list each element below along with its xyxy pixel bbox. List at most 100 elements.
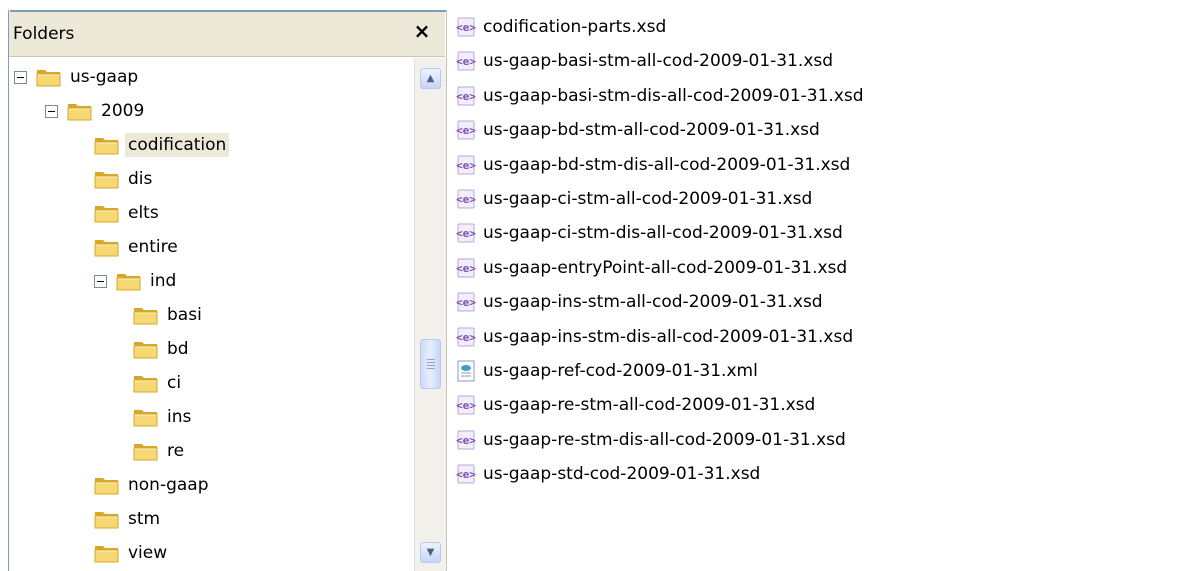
scroll-up-button[interactable]: ▲ xyxy=(420,68,441,89)
svg-text:<e>: <e> xyxy=(456,55,476,68)
tree-item-label: elts xyxy=(128,203,159,223)
file-name: us-gaap-re-stm-all-cod-2009-01-31.xsd xyxy=(483,395,816,416)
tree-item-label: basi xyxy=(167,305,202,325)
tree-item-label: bd xyxy=(167,339,189,359)
tree-item-label: ci xyxy=(167,373,182,393)
scroll-down-button[interactable]: ▼ xyxy=(420,542,441,563)
tree-item-non-gaap[interactable]: non-gaap xyxy=(94,470,212,500)
file-list-item[interactable]: <e> us-gaap-ci-stm-all-cod-2009-01-31.xsd xyxy=(455,184,812,214)
tree-item-stm[interactable]: stm xyxy=(94,504,163,534)
tree-item-ins[interactable]: ins xyxy=(133,402,194,432)
tree-item-label: stm xyxy=(128,509,161,529)
tree-item-codification[interactable]: codification xyxy=(94,130,230,160)
file-list-item[interactable]: <e> us-gaap-ci-stm-dis-all-cod-2009-01-31… xyxy=(455,218,843,248)
chevron-down-icon: ▼ xyxy=(426,547,435,558)
file-list-item[interactable]: <e> us-gaap-bd-stm-dis-all-cod-2009-01-31… xyxy=(455,150,850,180)
file-list: <e> codification-parts.xsd <e> us-gaap-basi… xyxy=(447,10,1184,571)
xsd-file-icon: <e> xyxy=(456,395,476,415)
tree-item-bd[interactable]: bd xyxy=(133,334,192,364)
folder-tree-scrollbar[interactable]: ▲ ▼ xyxy=(414,58,446,571)
file-name: us-gaap-ins-stm-all-cod-2009-01-31.xsd xyxy=(483,292,823,313)
folders-pane-header: Folders × xyxy=(9,12,445,57)
file-name: codification-parts.xsd xyxy=(483,17,667,37)
xsd-file-icon: <e> xyxy=(456,51,476,71)
tree-item-label: us-gaap xyxy=(70,67,139,87)
xsd-file-icon: <e> xyxy=(456,327,476,347)
tree-item-re[interactable]: re xyxy=(133,436,187,466)
tree-item-label: codification xyxy=(125,133,230,157)
collapse-toggle-icon[interactable] xyxy=(45,104,58,118)
file-name: us-gaap-re-stm-dis-all-cod-2009-01-31.xs… xyxy=(483,429,846,450)
tree-item-label: ind xyxy=(150,271,177,291)
folder-icon xyxy=(36,70,61,87)
tree-item-label: non-gaap xyxy=(128,475,209,495)
file-name: us-gaap-entryPoint-all-cod-2009-01-31.xs… xyxy=(483,257,848,278)
folder-icon xyxy=(67,104,92,121)
xsd-file-icon: <e> xyxy=(456,155,476,175)
svg-text:<e>: <e> xyxy=(456,468,476,481)
file-list-item[interactable]: <e> us-gaap-bd-stm-all-cod-2009-01-31.xsd xyxy=(455,115,820,145)
xsd-file-icon: <e> xyxy=(456,464,476,484)
folders-pane: Folders × us-gaap 2009 codification dis elts… xyxy=(9,12,446,571)
svg-text:<e>: <e> xyxy=(456,331,476,344)
tree-item-label: dis xyxy=(128,169,153,189)
svg-text:<e>: <e> xyxy=(456,399,476,412)
tree-item-ci[interactable]: ci xyxy=(133,368,184,398)
folder-icon xyxy=(133,376,158,393)
file-list-item[interactable]: <e> us-gaap-basi-stm-all-cod-2009-01-31.x… xyxy=(455,46,833,76)
file-list-item[interactable]: us-gaap-ref-cod-2009-01-31.xml xyxy=(455,356,758,386)
file-list-item[interactable]: <e> codification-parts.xsd xyxy=(455,12,666,42)
file-name: us-gaap-basi-stm-dis-all-cod-2009-01-31.… xyxy=(483,85,864,106)
svg-text:<e>: <e> xyxy=(456,193,476,206)
file-name: us-gaap-ref-cod-2009-01-31.xml xyxy=(483,361,758,381)
tree-item-dis[interactable]: dis xyxy=(94,164,155,194)
tree-item-2009[interactable]: 2009 xyxy=(45,96,147,126)
folder-icon xyxy=(94,546,119,563)
file-list-item[interactable]: <e> us-gaap-std-cod-2009-01-31.xsd xyxy=(455,459,760,489)
file-list-item[interactable]: <e> us-gaap-re-stm-all-cod-2009-01-31.xsd xyxy=(455,390,815,420)
folder-icon xyxy=(133,308,158,325)
svg-text:<e>: <e> xyxy=(456,227,476,240)
folder-icon xyxy=(94,240,119,257)
folder-icon xyxy=(133,410,158,427)
svg-text:<e>: <e> xyxy=(456,90,476,103)
folder-icon xyxy=(94,512,119,529)
xsd-file-icon: <e> xyxy=(456,17,476,37)
file-list-item[interactable]: <e> us-gaap-basi-stm-dis-all-cod-2009-01-… xyxy=(455,81,864,111)
xml-file-icon xyxy=(457,360,475,382)
tree-item-label: 2009 xyxy=(101,101,145,121)
svg-text:<e>: <e> xyxy=(456,434,476,447)
folder-icon xyxy=(94,206,119,223)
svg-text:<e>: <e> xyxy=(456,262,476,275)
collapse-toggle-icon[interactable] xyxy=(94,274,107,288)
file-list-item[interactable]: <e> us-gaap-re-stm-dis-all-cod-2009-01-31… xyxy=(455,425,846,455)
scrollbar-thumb[interactable] xyxy=(420,338,441,389)
file-name: us-gaap-ci-stm-all-cod-2009-01-31.xsd xyxy=(483,189,813,209)
xsd-file-icon: <e> xyxy=(456,258,476,278)
xsd-file-icon: <e> xyxy=(456,292,476,312)
tree-item-elts[interactable]: elts xyxy=(94,198,162,228)
file-list-item[interactable]: <e> us-gaap-entryPoint-all-cod-2009-01-31… xyxy=(455,253,847,283)
svg-text:<e>: <e> xyxy=(456,21,476,34)
file-name: us-gaap-bd-stm-all-cod-2009-01-31.xsd xyxy=(483,120,820,141)
tree-item-view[interactable]: view xyxy=(94,538,170,568)
folder-icon xyxy=(94,172,119,189)
tree-item-label: view xyxy=(128,543,168,563)
tree-item-basi[interactable]: basi xyxy=(133,300,205,330)
folder-icon xyxy=(94,478,119,495)
tree-item-us-gaap[interactable]: us-gaap xyxy=(14,62,141,92)
file-list-item[interactable]: <e> us-gaap-ins-stm-all-cod-2009-01-31.xs… xyxy=(455,287,823,317)
grip-icon xyxy=(427,358,435,369)
file-name: us-gaap-std-cod-2009-01-31.xsd xyxy=(483,464,761,485)
svg-text:<e>: <e> xyxy=(456,159,476,172)
file-name: us-gaap-basi-stm-all-cod-2009-01-31.xsd xyxy=(483,51,834,72)
tree-item-label: re xyxy=(167,441,185,461)
file-name: us-gaap-ci-stm-dis-all-cod-2009-01-31.xs… xyxy=(483,223,843,244)
file-list-item[interactable]: <e> us-gaap-ins-stm-dis-all-cod-2009-01-3… xyxy=(455,322,853,352)
close-folders-pane-button[interactable]: × xyxy=(409,18,435,44)
collapse-toggle-icon[interactable] xyxy=(14,70,27,84)
svg-text:<e>: <e> xyxy=(456,124,476,137)
xsd-file-icon: <e> xyxy=(456,120,476,140)
tree-item-entire[interactable]: entire xyxy=(94,232,181,262)
tree-item-ind[interactable]: ind xyxy=(94,266,179,296)
